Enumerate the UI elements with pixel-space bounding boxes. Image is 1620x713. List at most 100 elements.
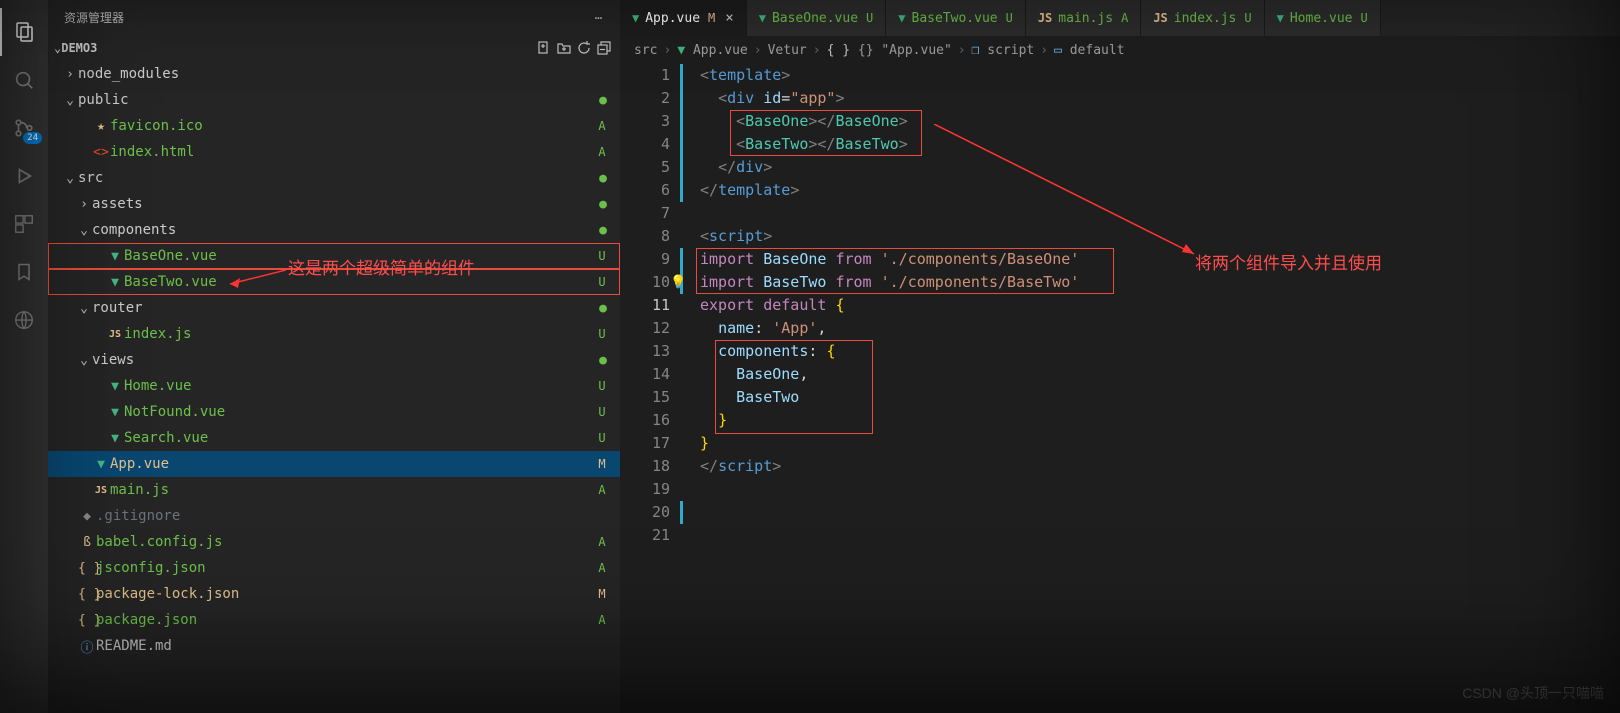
tree-item-label: public [78,92,596,108]
debug-icon[interactable] [0,152,48,200]
tree-file[interactable]: ▼BaseTwo.vueU [48,269,620,295]
tree-file[interactable]: <>index.htmlA [48,139,620,165]
git-status-badge: A [594,145,610,159]
chevron-icon: ⌄ [62,93,78,108]
code-line[interactable] [700,501,1079,524]
code-line[interactable]: import BaseOne from './components/BaseOn… [700,248,1079,271]
breadcrumb-segment[interactable]: ▭ default [1054,43,1124,58]
git-status-badge: U [594,275,610,289]
breadcrumb-segment[interactable]: src [634,43,657,58]
status-dot-icon: ● [596,223,610,238]
refresh-icon[interactable] [576,40,592,56]
breadcrumbs[interactable]: src›▼ App.vue› Vetur›{ } {} "App.vue"›❒ … [620,36,1620,64]
breadcrumb-segment[interactable]: ❒ script [972,43,1035,58]
breadcrumb-segment[interactable]: Vetur [768,43,807,58]
folder-name: DEMO3 [61,41,97,55]
code-line[interactable]: <template> [700,64,1079,87]
editor-tab[interactable]: ▼BaseTwo.vueU [886,0,1026,36]
search-icon[interactable] [0,56,48,104]
tree-file[interactable]: ▼Home.vueU [48,373,620,399]
code-line[interactable]: } [700,432,1079,455]
tab-label: App.vue [645,11,700,26]
source-control-icon[interactable]: 24 [0,104,48,152]
editor-tab[interactable]: ▼Home.vueU [1265,0,1381,36]
tab-status-badge: U [866,11,873,25]
watermark: CSDN @头顶一只喵喵 [1462,683,1604,703]
tree-file[interactable]: { }package-lock.jsonM [48,581,620,607]
editor-tabs: ▼App.vueM×▼BaseOne.vueU▼BaseTwo.vueUJSma… [620,0,1620,36]
code-line[interactable]: </div> [700,156,1079,179]
tab-status-badge: U [1006,11,1013,25]
code-line[interactable]: <script> [700,225,1079,248]
tree-item-label: Search.vue [124,430,594,446]
code-line[interactable]: </template> [700,179,1079,202]
code-line[interactable]: <div id="app"> [700,87,1079,110]
tree-folder[interactable]: ⌄router● [48,295,620,321]
code-line[interactable]: components: { [700,340,1079,363]
tree-item-label: Home.vue [124,378,594,394]
editor-tab[interactable]: JSmain.jsA [1026,0,1141,36]
explorer-icon[interactable] [0,8,48,56]
explorer-title: 资源管理器 [64,9,124,26]
tree-item-label: package.json [96,612,594,628]
explorer-more-icon[interactable]: ⋯ [595,11,604,25]
code-line[interactable]: export default { [700,294,1079,317]
tree-file[interactable]: JSindex.jsU [48,321,620,347]
tree-item-label: App.vue [110,456,594,472]
tree-file[interactable]: ⓘREADME.md [48,633,620,659]
code-line[interactable]: 💡import BaseTwo from './components/BaseT… [700,271,1079,294]
bookmark-icon[interactable] [0,248,48,296]
tree-file[interactable]: { }package.jsonA [48,607,620,633]
tree-item-label: BaseTwo.vue [124,274,594,290]
annotation-text: 将两个组件导入并且使用 [1195,249,1382,274]
breadcrumb-segment[interactable]: ▼ App.vue [677,43,747,58]
tree-item-label: package-lock.json [96,586,594,602]
activity-bar: 24 [0,0,48,713]
tree-file[interactable]: { }jsconfig.jsonA [48,555,620,581]
tree-item-label: assets [92,196,596,212]
code-line[interactable] [700,202,1079,225]
code-line[interactable] [700,524,1079,547]
new-file-icon[interactable] [536,40,552,56]
new-folder-icon[interactable] [556,40,572,56]
tab-status-badge: M [708,11,715,25]
tree-file[interactable]: ▼Search.vueU [48,425,620,451]
collapse-all-icon[interactable] [596,40,612,56]
code-line[interactable]: name: 'App', [700,317,1079,340]
tree-folder[interactable]: ⌄src● [48,165,620,191]
code-line[interactable]: </script> [700,455,1079,478]
tree-folder[interactable]: ›node_modules [48,61,620,87]
tree-file[interactable]: ▼BaseOne.vueU [48,243,620,269]
extensions-icon[interactable] [0,200,48,248]
code-line[interactable]: BaseTwo [700,386,1079,409]
code-line[interactable] [700,478,1079,501]
code-content[interactable]: <template> <div id="app"> <BaseOne></Bas… [684,64,1079,713]
tree-item-label: babel.config.js [96,534,594,550]
code-line[interactable]: <BaseTwo></BaseTwo> [700,133,1079,156]
code-line[interactable]: BaseOne, [700,363,1079,386]
tree-file[interactable]: ▼NotFound.vueU [48,399,620,425]
code-line[interactable]: <BaseOne></BaseOne> [700,110,1079,133]
tree-folder[interactable]: ⌄components● [48,217,620,243]
editor-area: ▼App.vueM×▼BaseOne.vueU▼BaseTwo.vueUJSma… [620,0,1620,713]
chevron-icon: › [76,197,92,212]
tree-folder[interactable]: ›assets● [48,191,620,217]
editor-tab[interactable]: JSindex.jsU [1141,0,1264,36]
tree-folder[interactable]: ⌄views● [48,347,620,373]
tree-file[interactable]: ◆.gitignore [48,503,620,529]
tree-file[interactable]: ▼App.vueM [48,451,620,477]
editor-tab[interactable]: ▼BaseOne.vueU [747,0,887,36]
code-line[interactable]: } [700,409,1079,432]
git-status-badge: A [594,561,610,575]
tree-item-label: main.js [110,482,594,498]
tree-file[interactable]: JSmain.jsA [48,477,620,503]
tree-folder[interactable]: ⌄public● [48,87,620,113]
close-icon[interactable]: × [725,10,733,26]
tree-file[interactable]: ßbabel.config.jsA [48,529,620,555]
editor-tab[interactable]: ▼App.vueM× [620,0,747,36]
git-status-badge: M [594,587,610,601]
globe-icon[interactable] [0,296,48,344]
folder-header[interactable]: ⌄ DEMO3 [48,35,620,61]
breadcrumb-segment[interactable]: { } {} "App.vue" [827,43,952,58]
tree-file[interactable]: ★favicon.icoA [48,113,620,139]
